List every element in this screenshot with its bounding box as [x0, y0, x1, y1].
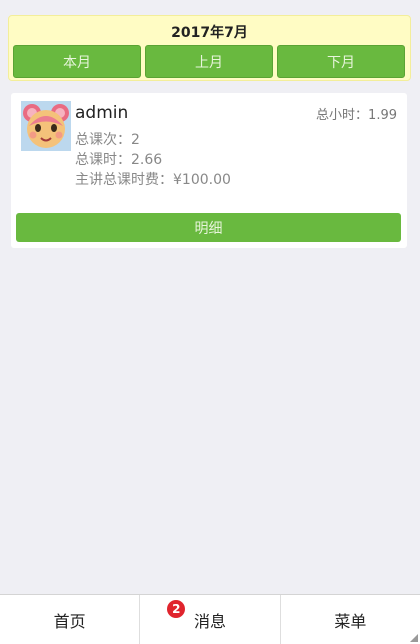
stat-label: 总课时：	[75, 152, 131, 168]
tab-label: 消息	[193, 611, 226, 631]
page: 2017年7月 本月 上月 下月 admin 总小时：1.99 总课次：2 总课…	[0, 0, 420, 644]
corner-triangle-icon	[409, 634, 418, 642]
avatar	[21, 101, 71, 151]
total-hours: 总小时：1.99	[316, 104, 397, 123]
total-hours-label: 总小时：	[316, 108, 369, 123]
this-month-button[interactable]: 本月	[13, 45, 141, 78]
month-selector: 2017年7月 本月 上月 下月	[8, 15, 411, 81]
next-month-button[interactable]: 下月	[277, 45, 405, 78]
total-hours-value: 1.99	[368, 108, 397, 123]
tab-label: 首页	[53, 611, 86, 631]
stat-value: 2.66	[131, 152, 163, 168]
details-button[interactable]: 明细	[16, 213, 401, 242]
stat-label: 主讲总课时费：	[75, 172, 173, 188]
unread-badge: 2	[167, 600, 186, 618]
tab-messages[interactable]: 2 消息	[139, 595, 279, 644]
stat-value: 2	[131, 132, 140, 148]
previous-month-button[interactable]: 上月	[145, 45, 273, 78]
total-class-hours: 总课时：2.66	[75, 149, 162, 169]
tab-home[interactable]: 首页	[0, 595, 139, 644]
month-title: 2017年7月	[171, 25, 248, 41]
teacher-summary-card: admin 总小时：1.99 总课次：2 总课时：2.66 主讲总课时费：¥10…	[11, 93, 407, 248]
stat-value: ¥100.00	[173, 172, 231, 188]
lecture-fee-total: 主讲总课时费：¥100.00	[75, 169, 231, 189]
tab-menu[interactable]: 菜单	[279, 595, 420, 644]
bottom-tab-bar: 首页 2 消息 菜单	[0, 594, 420, 644]
tab-label: 菜单	[334, 611, 367, 631]
stat-label: 总课次：	[75, 132, 131, 148]
cartoon-bear-avatar-icon	[21, 101, 71, 151]
user-name: admin	[75, 103, 129, 123]
total-sessions: 总课次：2	[75, 129, 140, 149]
